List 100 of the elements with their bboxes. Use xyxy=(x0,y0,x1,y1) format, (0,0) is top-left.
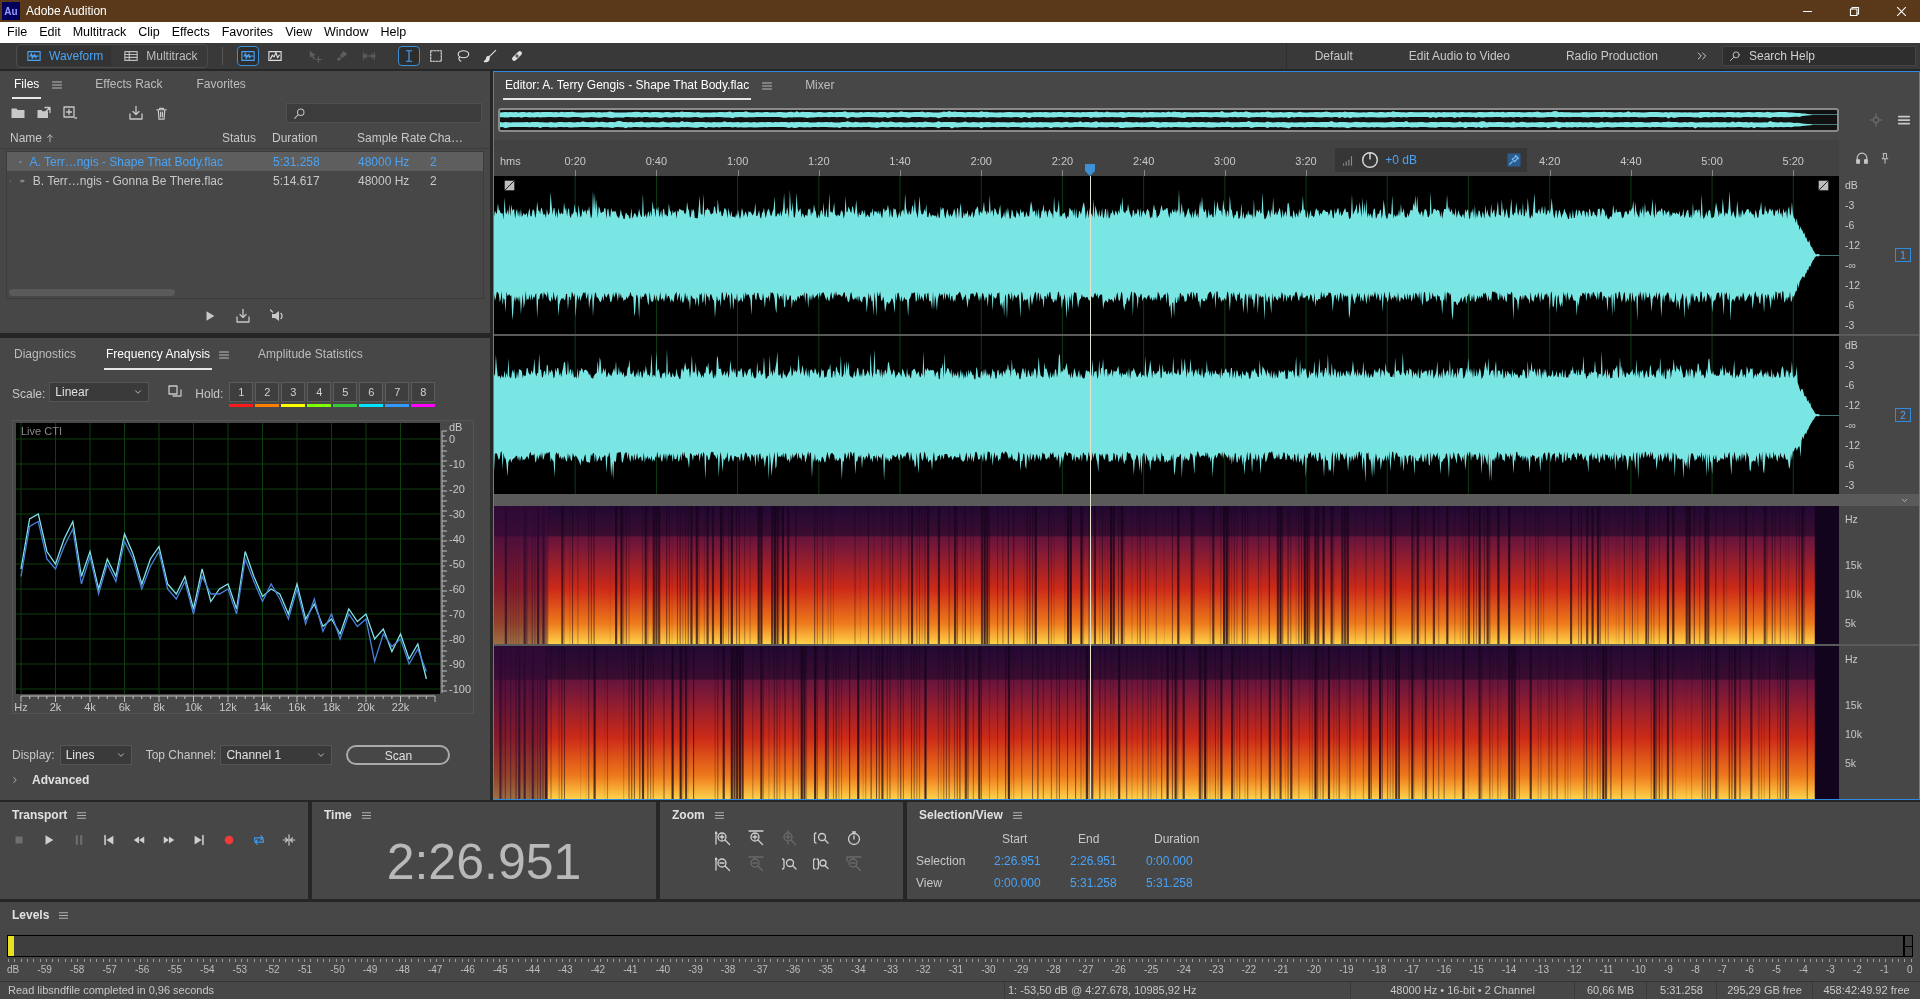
mode-button[interactable]: Multitrack xyxy=(115,46,206,66)
search-field[interactable]: Search Help xyxy=(1722,46,1916,66)
bracket-zoom-icon[interactable] xyxy=(780,856,797,872)
menu-item[interactable]: Favorites xyxy=(215,23,280,42)
scale-label: -27 xyxy=(1078,963,1094,977)
mode-button[interactable]: Waveform xyxy=(18,46,112,66)
double-chevron-icon[interactable] xyxy=(1696,50,1708,62)
clip-indicator[interactable] xyxy=(1904,935,1913,947)
tab[interactable]: Files xyxy=(12,71,42,99)
scale-label: -58 xyxy=(69,963,85,977)
gain-hud[interactable]: +0 dB xyxy=(1335,148,1527,172)
workspace-tab[interactable]: Radio Production xyxy=(1537,47,1686,65)
column-header[interactable]: Name xyxy=(10,128,42,147)
scale-label: -3 xyxy=(1845,319,1855,331)
restore-icon[interactable] xyxy=(1848,4,1861,18)
pin-icon[interactable] xyxy=(1506,153,1521,167)
menu-item[interactable]: View xyxy=(279,23,318,42)
scale-label: -35 xyxy=(818,963,833,977)
workspace-tab[interactable]: Default xyxy=(1286,47,1381,65)
hold-button[interactable]: 4 xyxy=(307,382,332,402)
menu-icon[interactable] xyxy=(58,909,70,921)
menu-item[interactable]: Edit xyxy=(33,23,67,42)
hold-button[interactable]: 2 xyxy=(255,382,280,402)
tab[interactable]: Mixer xyxy=(803,72,837,100)
hold-button[interactable]: 3 xyxy=(281,382,306,402)
ruler-label: 1:40 xyxy=(889,154,911,169)
zoom-in-icon[interactable] xyxy=(747,830,764,846)
skip-back-icon[interactable] xyxy=(102,833,116,847)
stopwatch-icon[interactable] xyxy=(846,830,863,846)
time-field[interactable]: 0:00.000 xyxy=(1146,854,1193,868)
tab[interactable]: Diagnostics xyxy=(12,340,79,370)
time-field[interactable]: 5:31.258 xyxy=(1070,876,1117,890)
workspace-tab[interactable]: Edit Audio to Video xyxy=(1380,47,1538,65)
menu-icon[interactable] xyxy=(713,809,725,821)
time-field[interactable]: 0:00.000 xyxy=(994,876,1041,890)
clip-indicator[interactable] xyxy=(1904,946,1913,957)
menu-item[interactable]: Window xyxy=(318,23,375,42)
scale-label: Hz xyxy=(1845,513,1858,525)
hold-button[interactable]: 1 xyxy=(229,382,254,402)
loop-icon[interactable] xyxy=(252,833,266,847)
display-dropdown[interactable]: Lines xyxy=(59,745,132,765)
close-icon[interactable] xyxy=(1895,4,1908,18)
menu-icon[interactable] xyxy=(76,809,88,821)
list-icon[interactable] xyxy=(1897,113,1911,127)
scale-label: -57 xyxy=(102,963,117,977)
tray-arrow-icon[interactable] xyxy=(128,105,144,121)
scale-label: -12 xyxy=(1567,963,1582,977)
bracket-zoom-icon[interactable] xyxy=(813,830,830,846)
headphones-icon[interactable] xyxy=(1855,151,1869,165)
menu-icon[interactable] xyxy=(360,809,372,821)
tab[interactable]: Effects Rack xyxy=(93,71,165,99)
tab[interactable]: Frequency Analysis xyxy=(104,340,213,370)
waveform-icon[interactable] xyxy=(236,46,259,66)
time-field[interactable]: 2:26.951 xyxy=(994,854,1041,868)
tray-arrow-icon[interactable] xyxy=(235,308,251,324)
scale-label: -54 xyxy=(200,963,215,977)
panel-title: Selection/View xyxy=(919,807,1003,824)
scale-label: -6 xyxy=(1744,963,1754,977)
folder-arrow-icon[interactable] xyxy=(36,105,52,121)
skip-forward-icon[interactable] xyxy=(192,833,206,847)
tab[interactable]: Amplitude Statistics xyxy=(256,340,365,370)
column-header[interactable]: Duration xyxy=(272,128,318,147)
zoom-out-icon[interactable] xyxy=(715,856,731,872)
search-field[interactable] xyxy=(286,103,482,123)
section-toggle[interactable]: Advanced xyxy=(32,771,90,789)
scan-button[interactable]: Scan xyxy=(346,745,451,765)
time-field[interactable]: 5:31.258 xyxy=(1146,876,1193,890)
hold-button[interactable]: 5 xyxy=(333,382,358,402)
overview-bar[interactable] xyxy=(498,108,1839,132)
hold-button[interactable]: 8 xyxy=(411,382,436,402)
hold-button[interactable]: 6 xyxy=(359,382,384,402)
chevron-down-icon xyxy=(115,750,126,760)
file-row[interactable]: B. Terr…ngis - Gonna Be There.flac 5:14.617 48000 Hz 2 xyxy=(7,171,483,190)
menu-item[interactable]: Multitrack xyxy=(66,23,133,42)
column-header[interactable]: Cha… xyxy=(429,128,463,147)
menu-item[interactable]: File xyxy=(1,23,34,42)
tab[interactable]: Editor: A. Terry Gengis - Shape That Body.flac xyxy=(503,72,752,100)
scale-dropdown[interactable]: Linear xyxy=(49,382,150,402)
column-header[interactable]: Sample Rate xyxy=(357,128,427,147)
fade-handle-icon[interactable] xyxy=(504,180,515,191)
fade-handle-icon[interactable] xyxy=(1818,180,1829,191)
scale-label: -1 xyxy=(1879,963,1889,977)
pin-icon[interactable] xyxy=(1879,151,1891,165)
time-field[interactable]: 2:26.951 xyxy=(1070,854,1117,868)
menu-item[interactable]: Help xyxy=(374,23,413,42)
bracket-zoom-icon[interactable] xyxy=(813,856,830,872)
menu-icon[interactable] xyxy=(1011,809,1023,821)
menu-item[interactable]: Clip xyxy=(132,23,166,42)
tab[interactable]: Favorites xyxy=(194,71,248,99)
knob-icon[interactable] xyxy=(1361,151,1380,169)
overlay-squares-icon[interactable] xyxy=(167,384,184,400)
channel-dropdown[interactable]: Channel 1 xyxy=(220,745,333,765)
plus-box-icon[interactable] xyxy=(62,105,78,121)
trash-icon[interactable] xyxy=(154,105,169,121)
column-header[interactable]: Status xyxy=(222,128,257,147)
menu-item[interactable]: Effects xyxy=(165,23,216,42)
skip-icon[interactable] xyxy=(282,833,296,847)
zoom-in-icon[interactable] xyxy=(715,830,731,846)
hold-button[interactable]: 7 xyxy=(385,382,410,402)
i-beam-icon[interactable] xyxy=(397,46,420,66)
